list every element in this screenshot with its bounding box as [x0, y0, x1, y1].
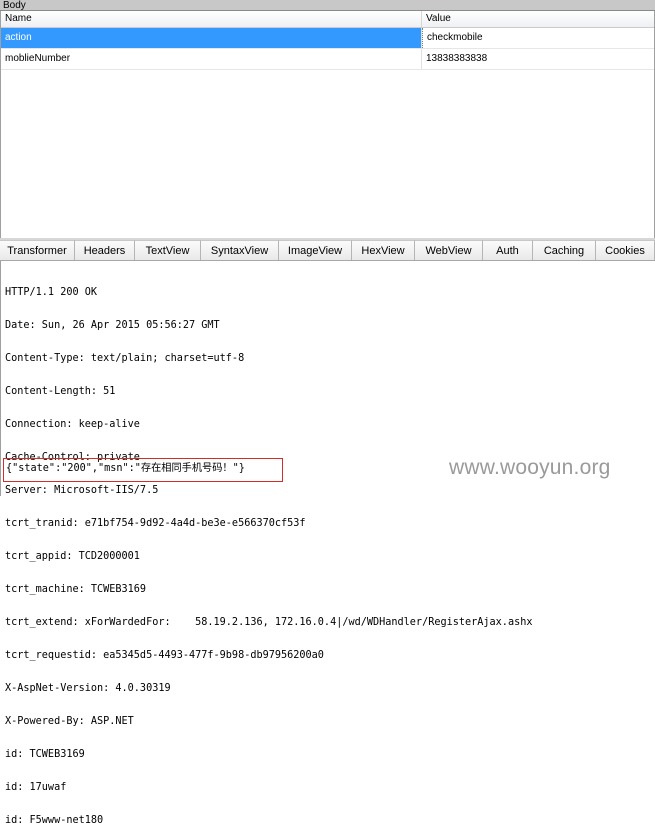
body-params-grid[interactable]: Name Value action checkmobile moblieNumb…	[0, 11, 655, 238]
response-line: id: 17uwaf	[5, 782, 67, 793]
response-inspector-tabs: Transformer Headers TextView SyntaxView …	[0, 240, 655, 261]
param-value-cell[interactable]: 13838383838	[422, 49, 654, 69]
body-panel-title: Body	[0, 0, 655, 11]
response-line: Content-Length: 51	[5, 386, 116, 397]
response-line: id: TCWEB3169	[5, 749, 85, 760]
response-line: Date: Sun, 26 Apr 2015 05:56:27 GMT	[5, 320, 220, 331]
response-line: tcrt_machine: TCWEB3169	[5, 584, 147, 595]
tab-textview[interactable]: TextView	[135, 240, 201, 260]
param-name-cell[interactable]: action	[1, 28, 422, 48]
table-row[interactable]: action checkmobile	[1, 28, 654, 49]
response-line: Connection: keep-alive	[5, 419, 140, 430]
response-line: tcrt_requestid: ea5345d5-4493-477f-9b98-…	[5, 650, 324, 661]
column-header-value[interactable]: Value	[422, 11, 654, 27]
tab-imageview[interactable]: ImageView	[279, 240, 352, 260]
tab-cookies[interactable]: Cookies	[596, 240, 655, 260]
tab-auth[interactable]: Auth	[483, 240, 533, 260]
column-header-name[interactable]: Name	[1, 11, 422, 27]
response-line: Server: Microsoft-IIS/7.5	[5, 485, 159, 496]
response-line: tcrt_extend: xForWardedFor: 58.19.2.136,…	[5, 617, 533, 628]
response-json-body: {"state":"200","msn":"存在相同手机号码！"}	[6, 463, 245, 474]
tab-headers[interactable]: Headers	[75, 240, 135, 260]
param-value-cell[interactable]: checkmobile	[422, 28, 654, 48]
response-line: id: F5www-net180	[5, 815, 104, 826]
response-line: HTTP/1.1 200 OK	[5, 287, 98, 298]
watermark-text: www.wooyun.org	[449, 456, 611, 479]
response-headers: HTTP/1.1 200 OK Date: Sun, 26 Apr 2015 0…	[5, 265, 532, 837]
response-line: X-Powered-By: ASP.NET	[5, 716, 134, 727]
tab-caching[interactable]: Caching	[533, 240, 596, 260]
tab-hexview[interactable]: HexView	[352, 240, 415, 260]
response-line: Content-Type: text/plain; charset=utf-8	[5, 353, 245, 364]
param-name-cell[interactable]: moblieNumber	[1, 49, 422, 69]
table-row[interactable]: moblieNumber 13838383838	[1, 49, 654, 70]
response-line: tcrt_appid: TCD2000001	[5, 551, 140, 562]
tab-webview[interactable]: WebView	[415, 240, 483, 260]
grid-header: Name Value	[1, 11, 654, 28]
tab-transformer[interactable]: Transformer	[0, 240, 75, 260]
tab-syntaxview[interactable]: SyntaxView	[201, 240, 279, 260]
response-line: X-AspNet-Version: 4.0.30319	[5, 683, 171, 694]
response-line: tcrt_tranid: e71bf754-9d92-4a4d-be3e-e56…	[5, 518, 306, 529]
